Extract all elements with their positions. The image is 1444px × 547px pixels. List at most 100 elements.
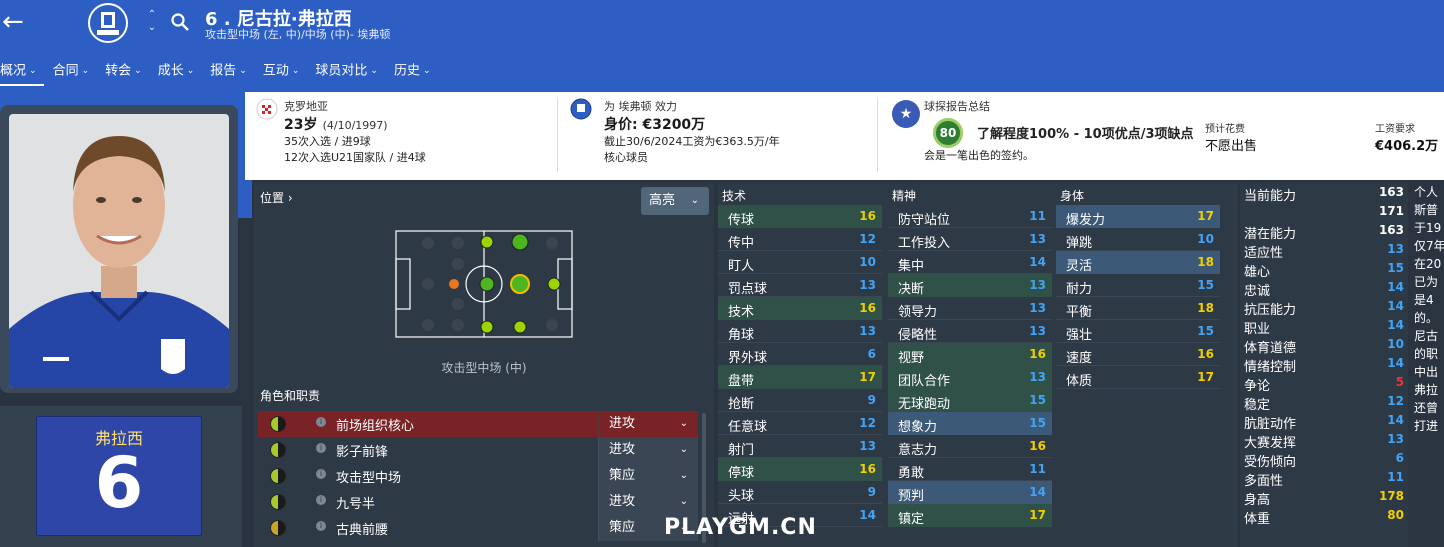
attribute-row[interactable]: 盘带 17 [718, 366, 882, 389]
attribute-name: 速度 [1066, 351, 1093, 366]
duty-dropdown[interactable]: 进攻 ⌄ [598, 489, 698, 515]
ability-value: 10 [1387, 337, 1404, 351]
attribute-row[interactable]: 勇敢 11 [888, 458, 1052, 481]
duty-dropdown[interactable]: 策应 ⌄ [598, 463, 698, 489]
attribute-row[interactable]: 弹跳 10 [1056, 228, 1220, 251]
attribute-row[interactable]: 强壮 15 [1056, 320, 1220, 343]
chevron-down-icon: ⌄ [679, 444, 688, 455]
tab-6[interactable]: 球员对比 ⌄ [315, 62, 385, 86]
attribute-row[interactable]: 侵略性 13 [888, 320, 1052, 343]
highlight-dropdown[interactable]: 高亮 ⌄ [641, 187, 709, 215]
bio-line: 于19 [1414, 221, 1442, 235]
attribute-name: 预判 [898, 489, 925, 504]
info-icon[interactable]: i [316, 443, 326, 453]
attribute-row[interactable]: 耐力 15 [1056, 274, 1220, 297]
chevron-down-icon: ⌄ [370, 66, 378, 76]
tab-1[interactable]: 合同 ⌄ [53, 62, 97, 86]
info-icon[interactable]: i [316, 469, 326, 479]
role-row[interactable]: i 前场组织核心 进攻 ⌄ [258, 411, 698, 437]
attribute-value: 14 [1029, 255, 1046, 269]
attribute-row[interactable]: 技术 16 [718, 297, 882, 320]
attribute-row[interactable]: 镇定 17 [888, 504, 1052, 527]
attribute-row[interactable]: 决断 13 [888, 274, 1052, 297]
scout-comment: 会是一笔出色的签约。 [924, 149, 1034, 162]
attribute-name: 头球 [728, 489, 755, 504]
attribute-value: 16 [1197, 347, 1214, 361]
asking-label: 预计花费 [1205, 124, 1245, 135]
attribute-row[interactable]: 罚点球 13 [718, 274, 882, 297]
attribute-row[interactable]: 领导力 13 [888, 297, 1052, 320]
attribute-name: 耐力 [1066, 282, 1093, 297]
age-line: 23岁 (4/10/1997) [284, 114, 388, 134]
role-row[interactable]: i 影子前锋 进攻 ⌄ [258, 437, 698, 463]
everton-crest-icon[interactable] [87, 2, 129, 44]
attribute-row[interactable]: 界外球 6 [718, 343, 882, 366]
info-icon[interactable]: i [316, 521, 326, 531]
attribute-row[interactable]: 速度 16 [1056, 343, 1220, 366]
attribute-name: 盯人 [728, 259, 755, 274]
attribute-row[interactable]: 射门 13 [718, 435, 882, 458]
attribute-value: 11 [1029, 209, 1046, 223]
tab-4[interactable]: 报告 ⌄ [210, 62, 254, 86]
role-row[interactable]: i 九号半 进攻 ⌄ [258, 489, 698, 515]
attribute-name: 无球跑动 [898, 397, 951, 412]
role-row[interactable]: i 攻击型中场 策应 ⌄ [258, 463, 698, 489]
attribute-row[interactable]: 头球 9 [718, 481, 882, 504]
attribute-row[interactable]: 灵活 18 [1056, 251, 1220, 274]
player-switch-icon[interactable]: ⌃ ⌄ [146, 8, 158, 38]
attribute-row[interactable]: 体质 17 [1056, 366, 1220, 389]
attribute-row[interactable]: 团队合作 13 [888, 366, 1052, 389]
attribute-name: 盘带 [728, 374, 755, 389]
attribute-row[interactable]: 集中 14 [888, 251, 1052, 274]
attribute-row[interactable]: 任意球 12 [718, 412, 882, 435]
attribute-row[interactable]: 防守站位 11 [888, 205, 1052, 228]
attribute-value: 13 [859, 278, 876, 292]
tab-0[interactable]: 概况 ⌄ [0, 62, 44, 86]
attribute-row[interactable]: 传球 16 [718, 205, 882, 228]
info-icon[interactable]: i [316, 495, 326, 505]
attribute-value: 17 [1197, 370, 1214, 384]
tab-3[interactable]: 成长 ⌄ [158, 62, 202, 86]
ability-row: 情绪控制 14 [1240, 354, 1408, 375]
attribute-row[interactable]: 无球跑动 15 [888, 389, 1052, 412]
attribute-row[interactable]: 角球 13 [718, 320, 882, 343]
attribute-row[interactable]: 爆发力 17 [1056, 205, 1220, 228]
positions-link[interactable]: 位置 › [260, 189, 293, 206]
attribute-name: 抢断 [728, 397, 755, 412]
ability-value: 163 [1378, 223, 1404, 237]
role-row[interactable]: i 古典前腰 策应 ⌄ [258, 515, 698, 541]
ability-panel: 当前能力 163 171 潜在能力 163 适应性 13 雄心 15 忠诚 14 抗压能力 14 职业 14… [1240, 183, 1408, 547]
player-portrait [9, 136, 229, 388]
search-icon[interactable] [170, 12, 190, 32]
attribute-row[interactable]: 工作投入 13 [888, 228, 1052, 251]
ability-value: 11 [1387, 470, 1404, 484]
attribute-row[interactable]: 抢断 9 [718, 389, 882, 412]
attribute-row[interactable]: 平衡 18 [1056, 297, 1220, 320]
duty-dropdown[interactable]: 进攻 ⌄ [598, 437, 698, 463]
attribute-name: 灵活 [1066, 259, 1093, 274]
tab-label: 成长 [157, 63, 184, 79]
attribute-name: 侵略性 [898, 328, 938, 343]
tab-7[interactable]: 历史 ⌄ [394, 62, 438, 86]
pitch-caption: 攻击型中场 (中) [441, 361, 527, 375]
national-caps: 35次入选 / 进9球 [284, 135, 371, 148]
header-bar: ← ⌃ ⌄ 6 . 尼古拉·弗拉西 攻击型中场 (左, 中)/中场 (中)- 埃弗… [0, 0, 1444, 92]
ability-value: 14 [1387, 299, 1404, 313]
contract: 截止30/6/2024工资为€363.5万/年 [604, 135, 780, 148]
attribute-row[interactable]: 传中 12 [718, 228, 882, 251]
attribute-value: 18 [1197, 255, 1214, 269]
back-arrow-icon[interactable]: ← [2, 8, 30, 38]
attribute-row[interactable]: 想象力 15 [888, 412, 1052, 435]
ability-row: 职业 14 [1240, 316, 1408, 337]
pitch-diagram[interactable] [394, 229, 574, 339]
tab-2[interactable]: 转会 ⌄ [105, 62, 149, 86]
tab-5[interactable]: 互动 ⌄ [263, 62, 307, 86]
attribute-row[interactable]: 意志力 16 [888, 435, 1052, 458]
info-icon[interactable]: i [316, 417, 326, 427]
duty-dropdown[interactable]: 进攻 ⌄ [598, 411, 698, 437]
divider [557, 98, 558, 172]
attribute-row[interactable]: 盯人 10 [718, 251, 882, 274]
attribute-row[interactable]: 预判 14 [888, 481, 1052, 504]
attribute-row[interactable]: 停球 16 [718, 458, 882, 481]
attribute-row[interactable]: 视野 16 [888, 343, 1052, 366]
